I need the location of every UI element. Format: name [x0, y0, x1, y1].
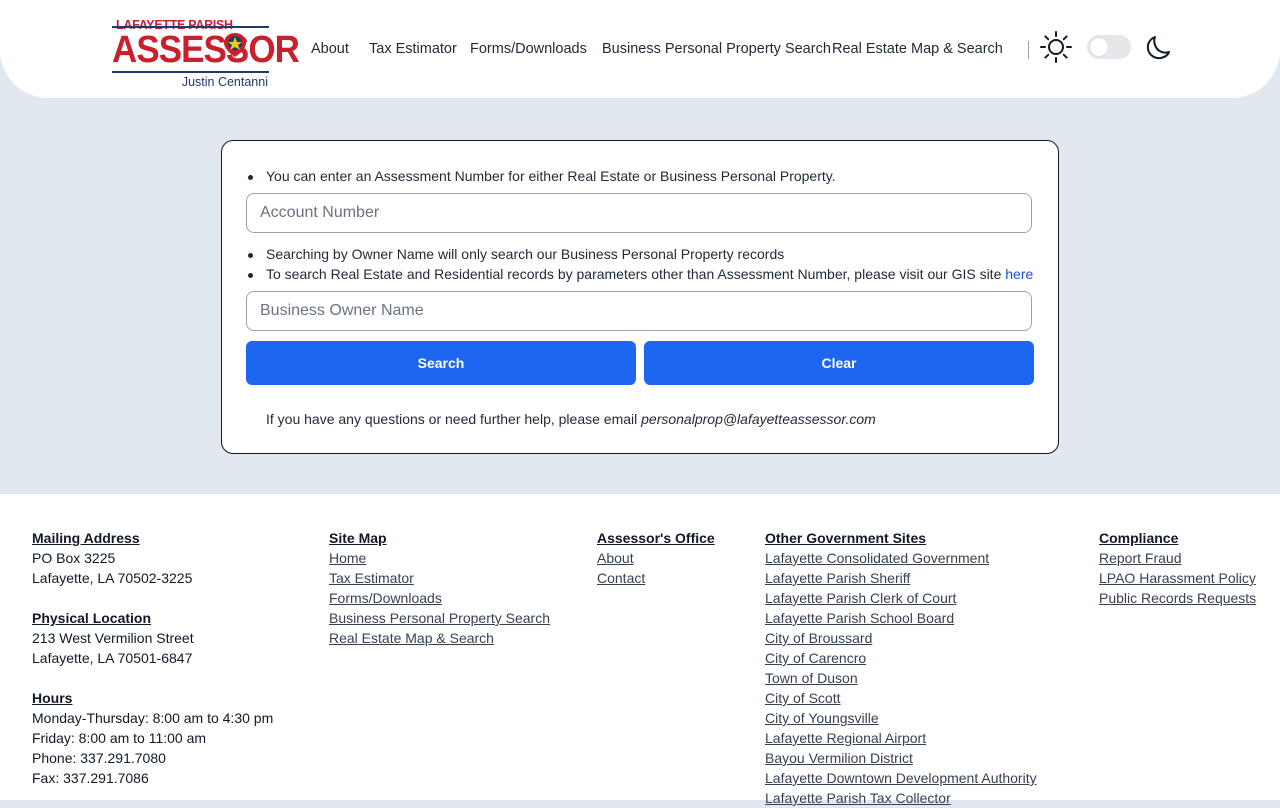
- compliance-heading: Compliance: [1099, 530, 1179, 546]
- help-text: If you have any questions or need furthe…: [266, 411, 876, 427]
- footer-link-tax-estimator[interactable]: Tax Estimator: [329, 568, 550, 588]
- gov-link[interactable]: Lafayette Downtown Development Authority: [765, 768, 1037, 788]
- theme-toggle[interactable]: [1087, 35, 1131, 59]
- info-bullet-owner-name: Searching by Owner Name will only search…: [247, 246, 785, 262]
- toggle-knob: [1090, 38, 1108, 56]
- site-footer: Mailing Address PO Box 3225 Lafayette, L…: [0, 494, 1280, 806]
- gis-here-link[interactable]: here: [1005, 266, 1033, 282]
- account-number-input[interactable]: [246, 193, 1032, 233]
- gov-link[interactable]: City of Carencro: [765, 648, 1037, 668]
- gov-link[interactable]: City of Broussard: [765, 628, 1037, 648]
- clear-button[interactable]: Clear: [644, 341, 1034, 385]
- gov-link[interactable]: Bayou Vermilion District: [765, 748, 1037, 768]
- search-card: You can enter an Assessment Number for e…: [221, 140, 1059, 454]
- footer-sitemap-column: Site Map Home Tax Estimator Forms/Downlo…: [329, 528, 550, 648]
- nav-business-personal-property-search[interactable]: Business Personal Property Search: [602, 41, 831, 57]
- footer-gov-column: Other Government Sites Lafayette Consoli…: [765, 528, 1037, 808]
- footer-link-home[interactable]: Home: [329, 548, 550, 568]
- help-message: If you have any questions or need furthe…: [266, 411, 638, 427]
- logo-rule-top: [112, 26, 269, 28]
- map-pin-icon: [224, 33, 246, 57]
- site-header: LAFAYETTE PARISH ASSESSOR Justin Centann…: [0, 0, 1280, 98]
- help-email[interactable]: personalprop@lafayetteassessor.com: [641, 411, 876, 427]
- gov-link[interactable]: Lafayette Consolidated Government: [765, 548, 1037, 568]
- hours-line: Friday: 8:00 am to 11:00 am: [32, 730, 207, 746]
- footer-compliance-column: Compliance Report Fraud LPAO Harassment …: [1099, 528, 1256, 608]
- footer-contact-column: Mailing Address PO Box 3225 Lafayette, L…: [32, 528, 273, 788]
- moon-icon[interactable]: [1143, 33, 1173, 63]
- gov-link[interactable]: Lafayette Parish School Board: [765, 608, 1037, 628]
- gov-link[interactable]: Town of Duson: [765, 668, 1037, 688]
- gov-link[interactable]: Lafayette Parish Sheriff: [765, 568, 1037, 588]
- footer-office-column: Assessor's Office About Contact: [597, 528, 715, 588]
- gov-link[interactable]: Lafayette Parish Tax Collector: [765, 788, 1037, 808]
- logo-rule-bottom: [112, 71, 269, 73]
- footer-link-harassment-policy[interactable]: LPAO Harassment Policy: [1099, 568, 1256, 588]
- gov-link[interactable]: City of Scott: [765, 688, 1037, 708]
- mailing-line: PO Box 3225: [32, 550, 116, 566]
- footer-link-bpp-search[interactable]: Business Personal Property Search: [329, 608, 550, 628]
- physical-line: 213 West Vermilion Street: [32, 630, 194, 646]
- gov-link[interactable]: Lafayette Regional Airport: [765, 728, 1037, 748]
- footer-link-real-estate-map[interactable]: Real Estate Map & Search: [329, 628, 550, 648]
- gis-text: To search Real Estate and Residential re…: [266, 266, 1002, 282]
- assessor-logo[interactable]: LAFAYETTE PARISH ASSESSOR Justin Centann…: [112, 18, 300, 89]
- business-owner-name-input[interactable]: [246, 291, 1032, 331]
- logo-line2: ASSESSOR: [112, 29, 300, 71]
- nav-divider: [1028, 41, 1029, 59]
- nav-forms-downloads[interactable]: Forms/Downloads: [470, 41, 587, 57]
- sun-icon[interactable]: [1040, 31, 1072, 63]
- nav-about[interactable]: About: [311, 41, 349, 57]
- footer-link-about[interactable]: About: [597, 548, 715, 568]
- nav-tax-estimator[interactable]: Tax Estimator: [369, 41, 457, 57]
- mailing-address-heading: Mailing Address: [32, 530, 140, 546]
- site-map-heading: Site Map: [329, 530, 387, 546]
- physical-line: Lafayette, LA 70501-6847: [32, 650, 193, 666]
- footer-link-contact[interactable]: Contact: [597, 568, 715, 588]
- fax-line: Fax: 337.291.7086: [32, 770, 149, 786]
- gov-link[interactable]: Lafayette Parish Clerk of Court: [765, 588, 1037, 608]
- info-bullet-gis: To search Real Estate and Residential re…: [247, 266, 1033, 282]
- logo-line3: Justin Centanni: [181, 75, 268, 89]
- info-bullet-assessment: You can enter an Assessment Number for e…: [248, 168, 836, 184]
- footer-link-forms-downloads[interactable]: Forms/Downloads: [329, 588, 550, 608]
- assessors-office-heading: Assessor's Office: [597, 530, 715, 546]
- nav-real-estate-map-search[interactable]: Real Estate Map & Search: [832, 41, 1003, 57]
- footer-link-public-records[interactable]: Public Records Requests: [1099, 588, 1256, 608]
- physical-location-heading: Physical Location: [32, 610, 152, 626]
- hours-line: Monday-Thursday: 8:00 am to 4:30 pm: [32, 710, 274, 726]
- other-government-sites-heading: Other Government Sites: [765, 530, 927, 546]
- mailing-line: Lafayette, LA 70502-3225: [32, 570, 193, 586]
- search-button[interactable]: Search: [246, 341, 636, 385]
- footer-link-report-fraud[interactable]: Report Fraud: [1099, 548, 1256, 568]
- phone-line: Phone: 337.291.7080: [32, 750, 166, 766]
- hours-heading: Hours: [32, 690, 73, 706]
- gov-link[interactable]: City of Youngsville: [765, 708, 1037, 728]
